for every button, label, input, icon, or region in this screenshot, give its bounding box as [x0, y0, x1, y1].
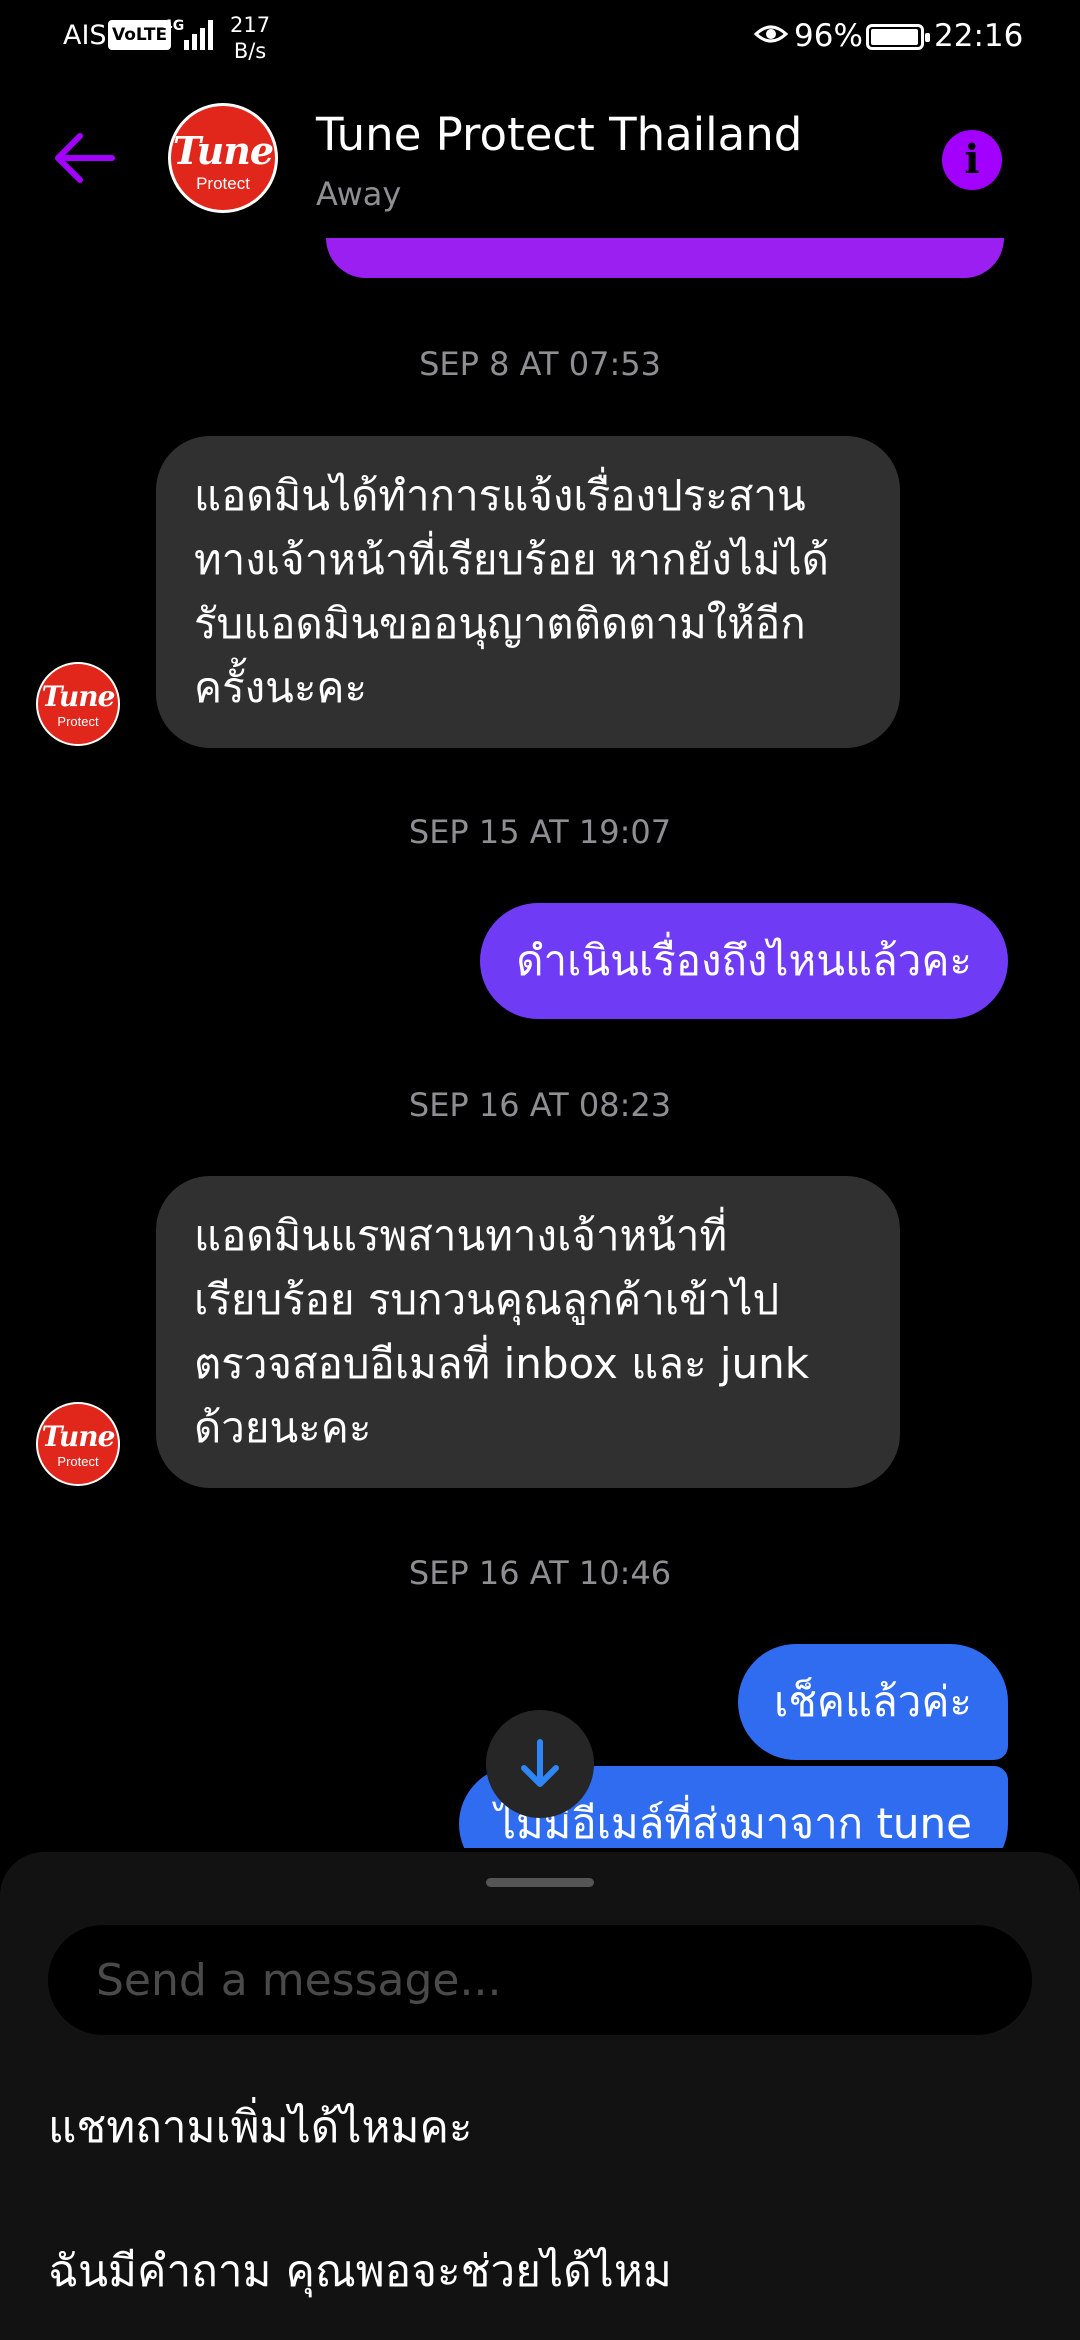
volte-badge: VoLTE	[108, 20, 172, 50]
incoming-message[interactable]: แอดมินแรพสานทางเจ้าหน้าที่ เรียบร้อย รบก…	[156, 1176, 900, 1488]
info-icon[interactable]: i	[942, 130, 1002, 190]
message-text: ดำเนินเรื่องถึงไหนแล้วคะ	[516, 936, 972, 985]
incoming-message[interactable]: แอดมินได้ทำการแจ้งเรื่องประสาน ทางเจ้าหน…	[156, 436, 900, 748]
logo-wordmark: Tune	[41, 1420, 116, 1453]
suggested-reply[interactable]: แชทถามเพิ่มได้ไหมคะ	[48, 2092, 473, 2162]
outgoing-message[interactable]: ดำเนินเรื่องถึงไหนแล้วคะ	[480, 903, 1008, 1019]
timestamp: SEP 16 AT 10:46	[408, 1554, 672, 1592]
battery-icon	[866, 24, 930, 50]
previous-message-bubble[interactable]	[326, 238, 1004, 278]
eye-icon	[754, 25, 788, 43]
scroll-to-bottom-button[interactable]	[486, 1710, 594, 1818]
battery-fill	[871, 29, 918, 45]
data-speed-value: 217	[230, 13, 271, 37]
status-bar: AIS VoLTE 4G 217 B/s 96% 22:16	[0, 0, 1080, 78]
signal-icon	[180, 18, 216, 50]
arrow-left-icon[interactable]	[48, 128, 118, 188]
contact-avatar[interactable]: Tune Protect	[168, 103, 278, 213]
drag-handle[interactable]	[486, 1878, 594, 1887]
timestamp: SEP 15 AT 19:07	[408, 813, 672, 851]
clock: 22:16	[934, 18, 1024, 54]
logo-wordmark: Tune	[172, 128, 274, 173]
message-list[interactable]: SEP 8 AT 07:53 แอดมินได้ทำการแจ้งเรื่องป…	[0, 238, 1080, 1848]
data-speed: 217 B/s	[230, 12, 270, 64]
messenger-screen: AIS VoLTE 4G 217 B/s 96% 22:16 Tune Prot…	[0, 0, 1080, 2340]
message-text: เช็คแล้วค่ะ	[773, 1677, 972, 1726]
chat-header: Tune Protect Tune Protect Thailand Away …	[0, 78, 1080, 238]
logo-subtext: Protect	[57, 1454, 99, 1469]
timestamp: SEP 16 AT 08:23	[408, 1086, 672, 1124]
data-speed-unit: B/s	[233, 39, 267, 63]
message-input[interactable]	[48, 1925, 1032, 2035]
logo-wordmark: Tune	[41, 680, 116, 713]
battery-percentage: 96%	[794, 18, 863, 54]
message-text: แอดมินแรพสานทางเจ้าหน้าที่ เรียบร้อย รบก…	[194, 1211, 810, 1452]
message-text: แอดมินได้ทำการแจ้งเรื่องประสาน ทางเจ้าหน…	[194, 471, 829, 712]
outgoing-message[interactable]: เช็คแล้วค่ะ	[737, 1644, 1008, 1760]
sender-avatar[interactable]: Tune Protect	[36, 1402, 120, 1486]
contact-status: Away	[316, 175, 402, 213]
logo-subtext: Protect	[196, 174, 250, 193]
carrier-label: AIS	[63, 20, 107, 51]
sender-avatar[interactable]: Tune Protect	[36, 662, 120, 746]
composer-sheet: แชทถามเพิ่มได้ไหมคะ ฉันมีคำถาม คุณพอจะช่…	[0, 1852, 1080, 2340]
logo-subtext: Protect	[57, 714, 99, 729]
timestamp: SEP 8 AT 07:53	[419, 345, 661, 383]
suggested-reply[interactable]: ฉันมีคำถาม คุณพอจะช่วยได้ไหม	[48, 2236, 672, 2306]
arrow-down-icon	[521, 1739, 559, 1787]
contact-name[interactable]: Tune Protect Thailand	[316, 108, 802, 161]
